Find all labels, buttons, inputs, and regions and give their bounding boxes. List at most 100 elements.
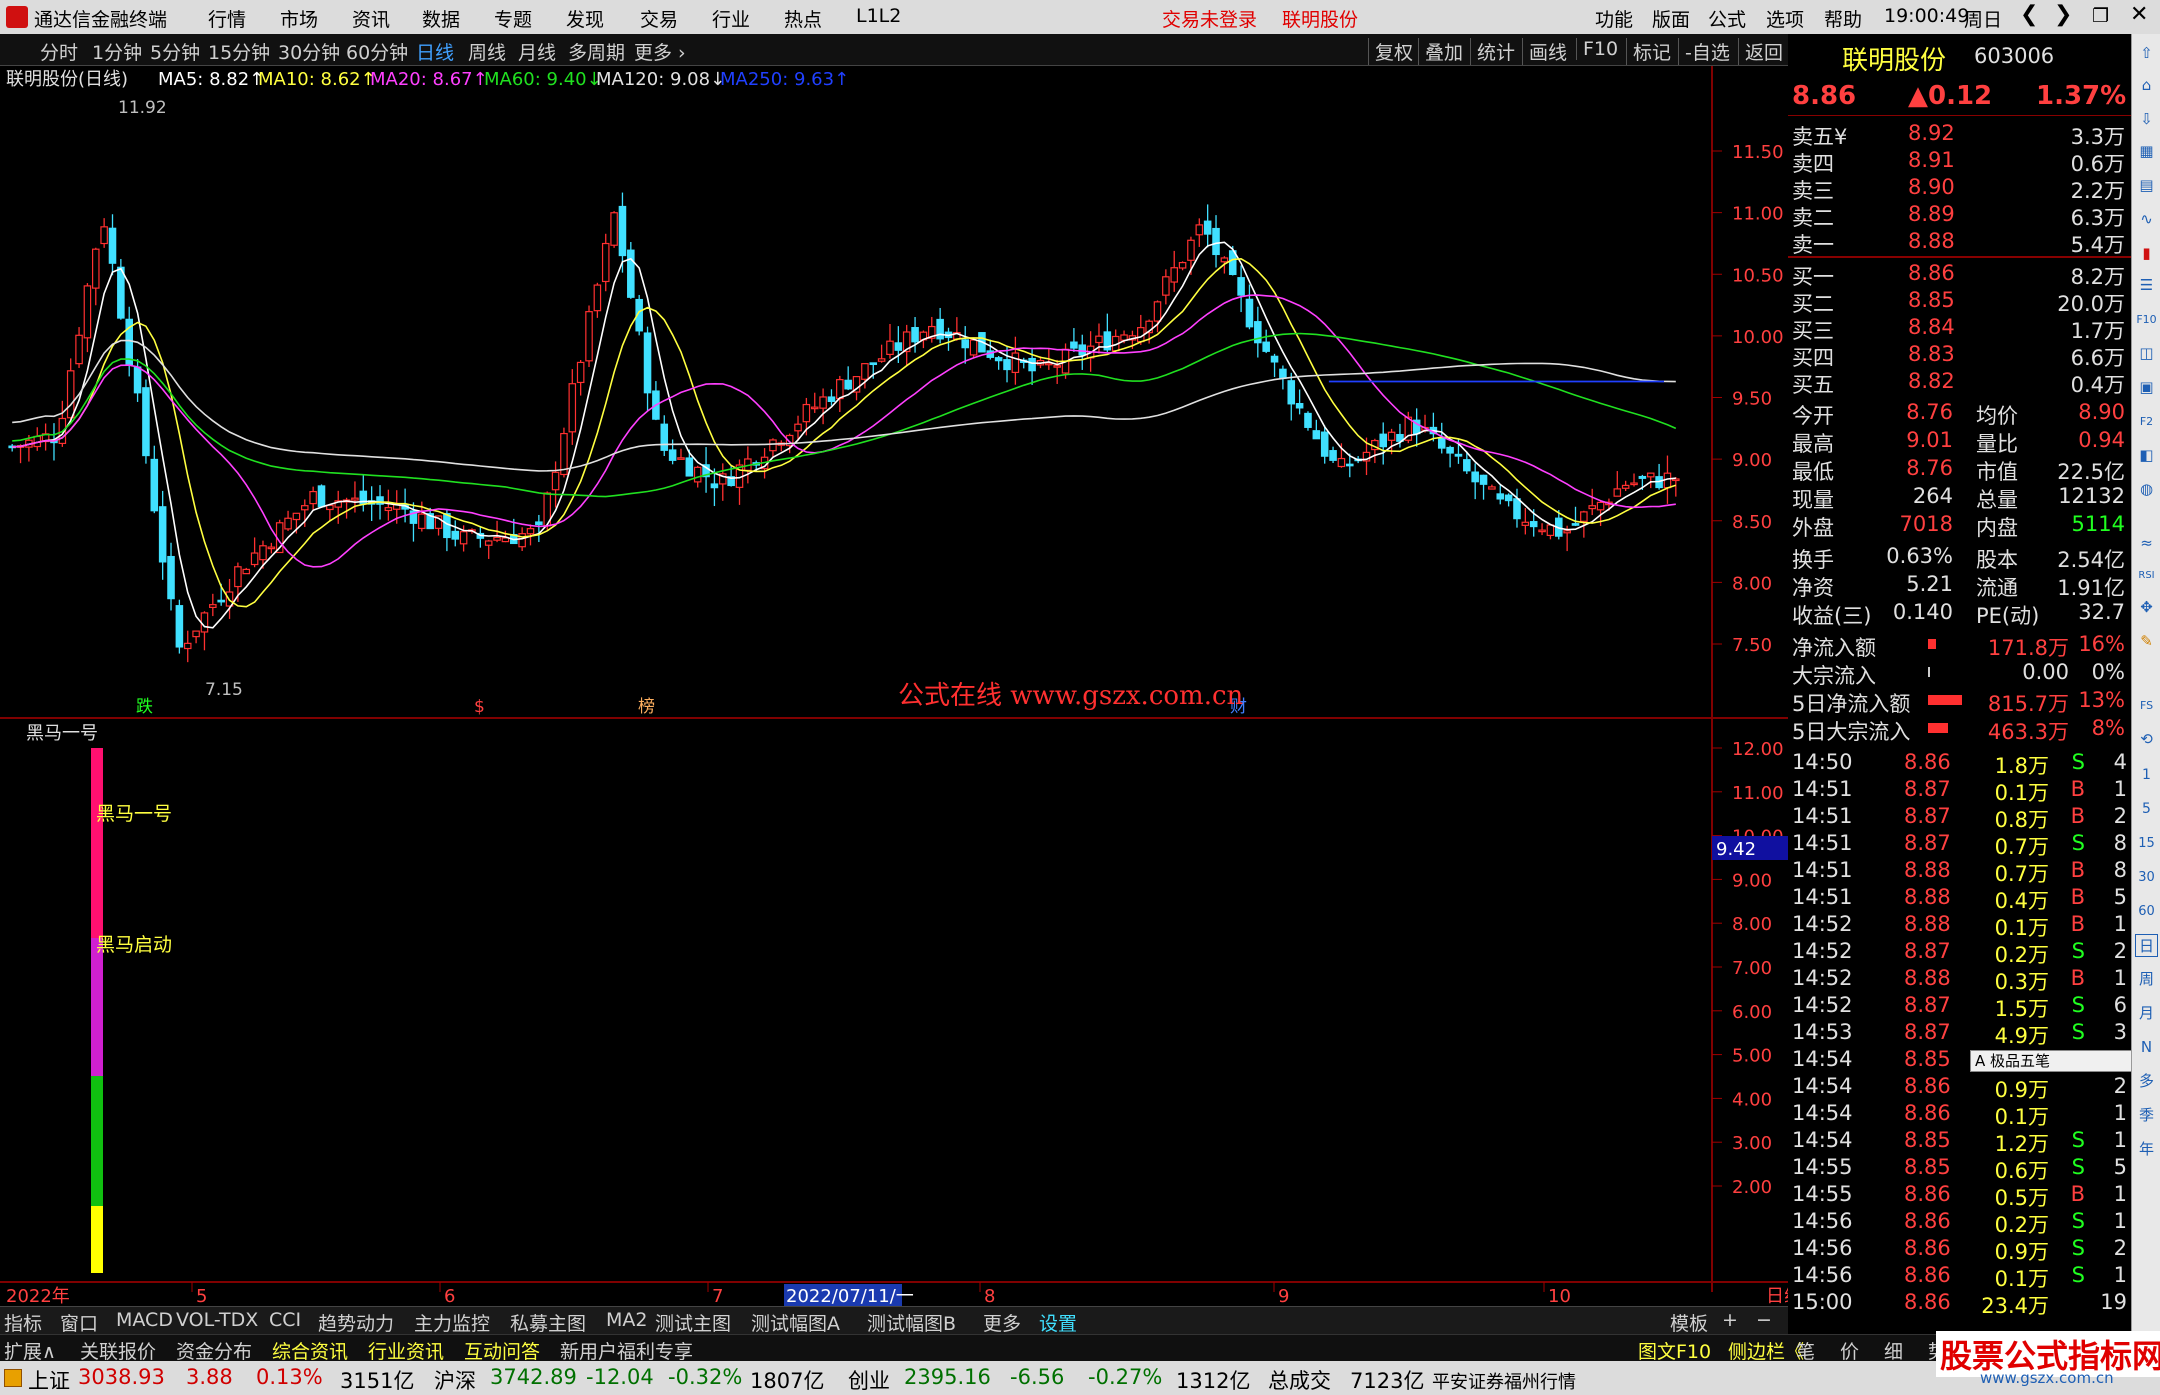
tab-control[interactable]: − (1756, 1309, 1772, 1331)
menu-data[interactable]: 数据 (422, 5, 460, 32)
menu-l1l2[interactable]: L1L2 (856, 5, 901, 27)
tf-daily[interactable]: 日线 (416, 38, 454, 65)
extension-control[interactable]: 笔 (1796, 1337, 1815, 1364)
extension-control[interactable]: 侧边栏《 (1728, 1337, 1804, 1364)
extension-tab[interactable]: 扩展∧ (4, 1337, 56, 1364)
extension-tab[interactable]: 关联报价 (80, 1337, 156, 1364)
indicator-tab[interactable]: VOL-TDX (176, 1309, 258, 1331)
hs-name[interactable]: 沪深 (434, 1365, 476, 1395)
line-chart-icon[interactable]: ∿ (2135, 208, 2158, 231)
chart-box-icon[interactable]: ◫ (2135, 342, 2158, 365)
tf-15min[interactable]: 15分钟 (208, 38, 270, 65)
indicator-tab[interactable]: 指标 (4, 1309, 42, 1336)
indicator-tab[interactable]: 趋势动力 (318, 1309, 394, 1336)
period-quarter[interactable]: 季 (2135, 1104, 2158, 1127)
indicator-tab[interactable]: 设置 (1039, 1309, 1077, 1336)
ime-toolbar[interactable]: A 极品五笔 (1970, 1050, 2132, 1072)
tf-fenshi[interactable]: 分时 (40, 38, 78, 65)
cy-name[interactable]: 创业 (848, 1365, 890, 1395)
list-icon[interactable]: ☰ (2135, 274, 2158, 297)
back-icon[interactable]: ❮ (2020, 2, 2038, 27)
period-month[interactable]: 月 (2135, 1002, 2158, 1025)
extension-tab[interactable]: 互动问答 (464, 1337, 540, 1364)
indicator-tab[interactable]: CCI (269, 1309, 301, 1331)
house-icon[interactable]: ⌂ (2135, 74, 2158, 97)
tf-60min[interactable]: 60分钟 (346, 38, 408, 65)
period-60[interactable]: 60 (2135, 900, 2158, 923)
status-icon[interactable] (4, 1369, 22, 1387)
period-1[interactable]: 1 (2135, 764, 2158, 787)
indicator-tab[interactable]: MACD (116, 1309, 173, 1331)
f10-icon[interactable]: F10 (2135, 308, 2158, 331)
menu-help[interactable]: 帮助 (1824, 5, 1862, 32)
candle-icon[interactable]: ▮ (2135, 242, 2158, 265)
tf-multi[interactable]: 多周期 (568, 38, 625, 65)
extension-tab[interactable]: 新用户福利专享 (560, 1337, 693, 1364)
indicator-tab[interactable]: MA2 (606, 1309, 647, 1331)
extension-control[interactable]: 图文F10 (1638, 1337, 1711, 1364)
tf-more[interactable]: 更多 › (634, 38, 686, 65)
tf-30min[interactable]: 30分钟 (278, 38, 340, 65)
rsi-icon[interactable]: RSI (2135, 564, 2158, 587)
menu-discover[interactable]: 发现 (566, 5, 604, 32)
period-year[interactable]: 年 (2135, 1138, 2158, 1161)
extension-tab[interactable]: 综合资讯 (272, 1337, 348, 1364)
trade-status[interactable]: 交易未登录 (1162, 5, 1257, 32)
fs-icon[interactable]: FS (2135, 694, 2158, 717)
refresh-icon[interactable]: ⟲ (2135, 728, 2158, 751)
tf-1min[interactable]: 1分钟 (92, 38, 142, 65)
indicator-tab[interactable]: 更多 (983, 1309, 1021, 1336)
period-week[interactable]: 周 (2135, 968, 2158, 991)
extension-tab[interactable]: 行业资讯 (368, 1337, 444, 1364)
menu-topic[interactable]: 专题 (494, 5, 532, 32)
indicator-tab[interactable]: 私募主图 (510, 1309, 586, 1336)
layers-icon[interactable]: ◧ (2135, 444, 2158, 467)
event-fall[interactable]: 跌 (136, 697, 153, 717)
wave-icon[interactable]: ≈ (2135, 532, 2158, 555)
tf-5min[interactable]: 5分钟 (150, 38, 200, 65)
menu-function[interactable]: 功能 (1595, 5, 1633, 32)
btn-stats[interactable]: 统计 (1470, 38, 1515, 65)
extension-tab[interactable]: 资金分布 (176, 1337, 252, 1364)
indicator-tab[interactable]: 窗口 (60, 1309, 98, 1336)
extension-control[interactable]: 细 (1884, 1337, 1903, 1364)
down-arrow-icon[interactable]: ⇩ (2135, 108, 2158, 131)
kline-chart[interactable]: 联明股份(日线) MA5: 8.82↑ MA10: 8.62↑ MA20: 8.… (0, 66, 1788, 1306)
menu-layout[interactable]: 版面 (1652, 5, 1690, 32)
stock-link[interactable]: 联明股份 (1282, 5, 1358, 32)
period-5[interactable]: 5 (2135, 798, 2158, 821)
indicator-tab[interactable]: 测试主图 (655, 1309, 731, 1336)
menu-formula[interactable]: 公式 (1708, 5, 1746, 32)
tab-control[interactable]: 模板 (1670, 1309, 1708, 1336)
btn-draw[interactable]: 画线 (1522, 38, 1567, 65)
close-icon[interactable]: ✕ (2130, 2, 2148, 27)
pen-icon[interactable]: ✎ (2135, 630, 2158, 653)
btn-f10[interactable]: F10 (1576, 38, 1618, 60)
indicator-tab[interactable]: 测试幅图B (867, 1309, 956, 1336)
btn-return[interactable]: 返回 (1738, 38, 1783, 65)
btn-mark[interactable]: 标记 (1626, 38, 1671, 65)
menu-industry[interactable]: 行业 (712, 5, 750, 32)
period-day[interactable]: 日 (2135, 934, 2158, 957)
menu-hot[interactable]: 热点 (784, 5, 822, 32)
period-multi[interactable]: 多 (2135, 1070, 2158, 1093)
btn-overlay[interactable]: 叠加 (1418, 38, 1463, 65)
period-15[interactable]: 15 (2135, 832, 2158, 855)
gauge-icon[interactable]: ◍ (2135, 478, 2158, 501)
btn-fuquan[interactable]: 复权 (1368, 38, 1413, 65)
sh-name[interactable]: 上证 (28, 1365, 70, 1395)
period-n[interactable]: N (2135, 1036, 2158, 1059)
f2-icon[interactable]: F2 (2135, 410, 2158, 433)
tf-monthly[interactable]: 月线 (518, 38, 556, 65)
up-arrow-icon[interactable]: ⇧ (2135, 42, 2158, 65)
period-30[interactable]: 30 (2135, 866, 2158, 889)
calendar-icon[interactable]: ▣ (2135, 376, 2158, 399)
tf-weekly[interactable]: 周线 (468, 38, 506, 65)
grid-icon[interactable]: ▦ (2135, 140, 2158, 163)
btn-watchlist[interactable]: -自选 (1678, 38, 1730, 65)
tab-control[interactable]: + (1722, 1309, 1738, 1331)
menu-market[interactable]: 市场 (280, 5, 318, 32)
indicator-tab[interactable]: 主力监控 (414, 1309, 490, 1336)
table-icon[interactable]: ▤ (2135, 174, 2158, 197)
menu-options[interactable]: 选项 (1766, 5, 1804, 32)
